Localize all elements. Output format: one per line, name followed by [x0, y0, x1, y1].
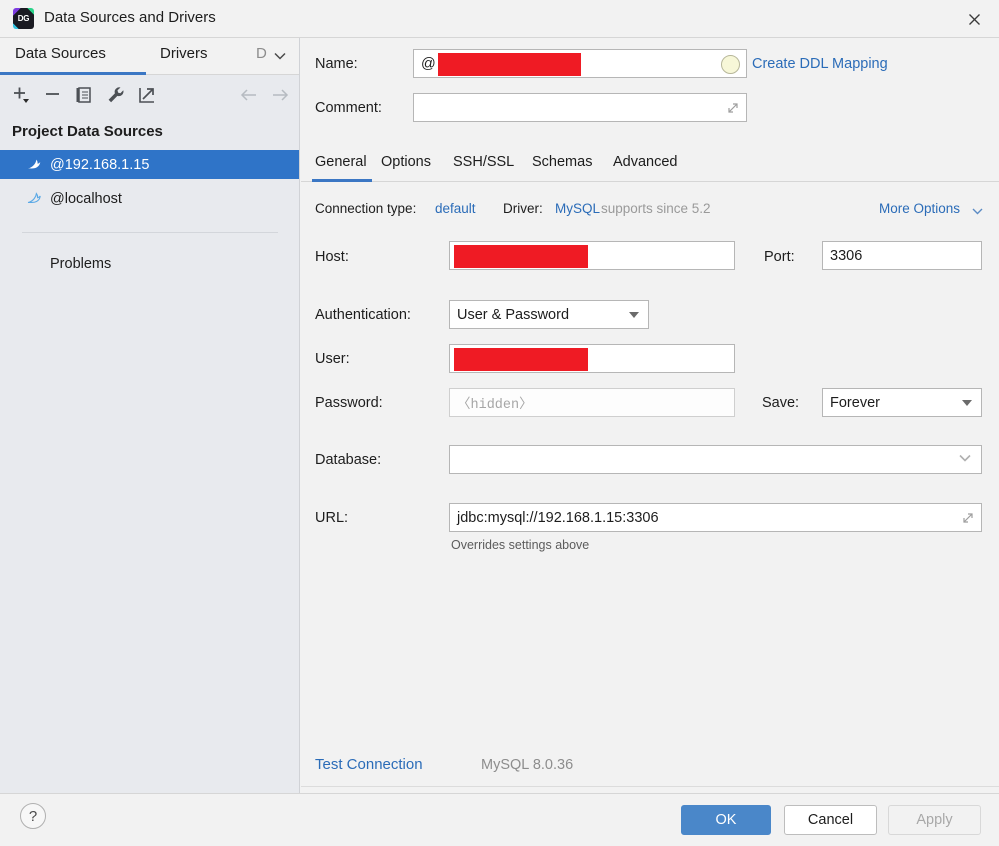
- sidebar-divider: [22, 232, 278, 233]
- tab-drivers[interactable]: Drivers: [160, 45, 208, 62]
- port-input[interactable]: 3306: [822, 241, 982, 270]
- comment-label: Comment:: [315, 100, 382, 116]
- host-label: Host:: [315, 249, 349, 265]
- save-select[interactable]: Forever: [822, 388, 982, 417]
- url-label: URL:: [315, 510, 349, 526]
- content-footer-divider: [301, 786, 999, 787]
- tab-advanced[interactable]: Advanced: [613, 154, 678, 170]
- sidebar-item-192-168-1-15[interactable]: @192.168.1.15: [0, 150, 299, 179]
- chevron-down-icon: [962, 399, 972, 406]
- chevron-down-icon[interactable]: [272, 50, 288, 65]
- add-button[interactable]: [10, 84, 32, 106]
- mysql-dolphin-icon: [26, 156, 43, 173]
- chevron-down-icon: [629, 311, 639, 318]
- user-redaction-block: [454, 348, 588, 371]
- dialog-button-bar: ? OK Cancel Apply: [0, 793, 999, 846]
- driver-note: supports since 5.2: [601, 201, 711, 216]
- url-input[interactable]: jdbc:mysql://192.168.1.15:3306: [449, 503, 982, 532]
- export-button[interactable]: [136, 84, 158, 106]
- cancel-button[interactable]: Cancel: [784, 805, 877, 835]
- forward-button[interactable]: [269, 84, 291, 106]
- duplicate-button[interactable]: [73, 84, 95, 106]
- save-label: Save:: [762, 395, 800, 411]
- connection-type-label: Connection type:: [315, 201, 417, 216]
- sidebar-tabstrip: Data Sources Drivers D: [0, 38, 299, 75]
- window-title: Data Sources and Drivers: [44, 9, 216, 26]
- tab-general[interactable]: General: [315, 154, 367, 170]
- name-label: Name:: [315, 56, 358, 72]
- name-redaction-block: [438, 53, 581, 76]
- database-label: Database:: [315, 452, 382, 468]
- driver-label: Driver:: [503, 201, 543, 216]
- properties-button[interactable]: [105, 84, 127, 106]
- app-icon-text: DG: [17, 14, 30, 23]
- tab-ddl-mappings-truncated[interactable]: D: [256, 45, 267, 62]
- active-detail-tab-indicator: [312, 179, 372, 182]
- save-value: Forever: [830, 394, 880, 411]
- user-input[interactable]: [449, 344, 735, 373]
- tab-schemas[interactable]: Schemas: [532, 154, 592, 170]
- chevron-down-icon: [957, 452, 973, 468]
- sidebar-toolbar: [0, 75, 299, 113]
- port-label: Port:: [764, 249, 795, 265]
- password-placeholder: 〈hidden〉: [457, 398, 533, 413]
- tab-ssh-ssl[interactable]: SSH/SSL: [453, 154, 514, 170]
- url-input-value: jdbc:mysql://192.168.1.15:3306: [457, 509, 659, 526]
- sidebar-item-label: @192.168.1.15: [50, 156, 150, 173]
- user-label: User:: [315, 351, 350, 367]
- sidebar-item-problems[interactable]: Problems: [50, 256, 111, 272]
- password-label: Password:: [315, 395, 383, 411]
- authentication-value: User & Password: [457, 306, 570, 323]
- close-icon[interactable]: [959, 5, 989, 33]
- url-hint: Overrides settings above: [451, 538, 590, 552]
- title-bar: DG Data Sources and Drivers: [0, 0, 999, 38]
- database-select[interactable]: [449, 445, 982, 474]
- comment-input[interactable]: [413, 93, 747, 122]
- driver-value[interactable]: MySQL: [555, 201, 600, 216]
- tab-options[interactable]: Options: [381, 154, 431, 170]
- datagrip-icon: DG: [13, 8, 34, 29]
- name-input[interactable]: @: [413, 49, 747, 78]
- test-connection-link[interactable]: Test Connection: [315, 756, 423, 773]
- host-input[interactable]: [449, 241, 735, 270]
- driver-version-label: MySQL 8.0.36: [481, 757, 574, 773]
- sidebar-item-label: @localhost: [50, 190, 122, 207]
- sidebar-item-localhost[interactable]: @localhost: [0, 184, 299, 213]
- project-data-sources-header: Project Data Sources: [12, 123, 163, 140]
- remove-button[interactable]: [42, 84, 64, 106]
- help-button[interactable]: ?: [20, 803, 46, 829]
- mysql-dolphin-icon: [26, 190, 43, 207]
- name-color-indicator[interactable]: [721, 55, 740, 74]
- data-sources-and-drivers-dialog: DG Data Sources and Drivers Data Sources…: [0, 0, 999, 846]
- name-input-prefix: @: [421, 55, 436, 72]
- more-options-link[interactable]: More Options: [879, 201, 960, 216]
- ok-button[interactable]: OK: [681, 805, 771, 835]
- host-redaction-block: [454, 245, 588, 268]
- expand-icon[interactable]: [726, 101, 740, 115]
- password-input[interactable]: 〈hidden〉: [449, 388, 735, 417]
- chevron-down-icon[interactable]: [971, 204, 984, 219]
- back-button[interactable]: [238, 84, 260, 106]
- authentication-label: Authentication:: [315, 307, 411, 323]
- tab-data-sources[interactable]: Data Sources: [15, 45, 106, 62]
- detail-tabstrip: General Options SSH/SSL Schemas Advanced: [301, 148, 999, 182]
- apply-button: Apply: [888, 805, 981, 835]
- expand-icon[interactable]: [961, 511, 975, 525]
- authentication-select[interactable]: User & Password: [449, 300, 649, 329]
- sidebar: Data Sources Drivers D Project Data Sour…: [0, 38, 300, 793]
- detail-panel: Name: @ Create DDL Mapping Comment: Gene…: [301, 38, 999, 793]
- connection-type-value[interactable]: default: [435, 201, 476, 216]
- create-ddl-mapping-link[interactable]: Create DDL Mapping: [752, 56, 888, 72]
